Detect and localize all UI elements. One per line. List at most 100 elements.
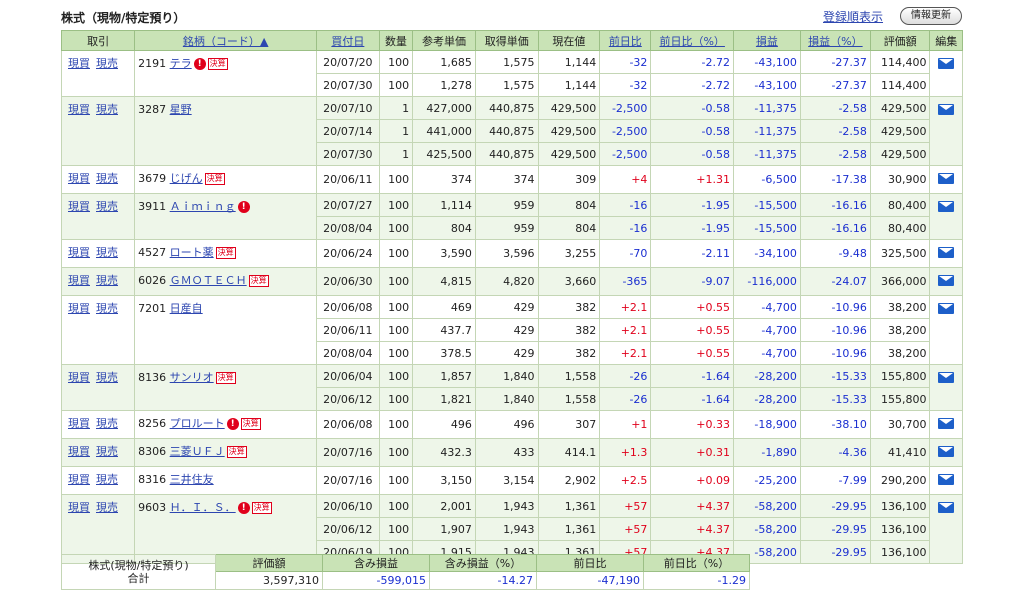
valuation: 38,200: [869, 341, 931, 365]
sell-link[interactable]: 現売: [96, 371, 118, 384]
buy-link[interactable]: 現買: [68, 501, 90, 514]
earnings-badge[interactable]: 決算: [226, 446, 247, 458]
header-col-stock[interactable]: 銘柄（コード）▲: [134, 30, 318, 51]
mail-alert-icon[interactable]: [938, 473, 955, 485]
ref-price: 496: [412, 410, 476, 439]
mail-alert-icon[interactable]: [938, 371, 955, 383]
summary-table: 株式(現物/特定預り) 合計 評価額 含み損益 含み損益（%） 前日比 前日比（…: [61, 554, 750, 590]
sort-link-col-pl-pct[interactable]: 損益（%）: [808, 35, 862, 48]
earnings-badge[interactable]: 決算: [215, 372, 236, 384]
edit-cell: [929, 410, 963, 439]
profit-loss-pct: -24.07: [799, 267, 871, 296]
buy-date: 20/08/04: [316, 341, 380, 365]
mail-alert-icon[interactable]: [938, 274, 955, 286]
sort-link-col-stock[interactable]: 銘柄（コード）▲: [183, 35, 268, 48]
buy-link[interactable]: 現買: [68, 302, 90, 315]
valuation: 38,200: [869, 318, 931, 342]
stock-name-link[interactable]: じげん: [170, 172, 203, 185]
warning-icon[interactable]: !: [237, 502, 250, 514]
stock-code: 8306: [138, 445, 167, 458]
buy-link[interactable]: 現買: [68, 371, 90, 384]
buy-link[interactable]: 現買: [68, 172, 90, 185]
sell-link[interactable]: 現売: [96, 200, 118, 213]
sort-link-col-pl[interactable]: 損益: [756, 35, 778, 48]
sell-link[interactable]: 現売: [96, 417, 118, 430]
stock-name-link[interactable]: 三井住友: [170, 473, 214, 486]
warning-icon[interactable]: !: [237, 201, 250, 213]
mail-alert-icon[interactable]: [938, 445, 955, 457]
mail-alert-icon[interactable]: [938, 302, 955, 314]
stock-name-link[interactable]: Ｈ．Ｉ．Ｓ．: [170, 501, 236, 514]
stock-name-link[interactable]: 三菱ＵＦＪ: [170, 445, 225, 458]
stock-name-link[interactable]: テラ: [170, 57, 192, 70]
ref-price: 425,500: [412, 142, 476, 166]
header-col-day-change-pct[interactable]: 前日比（%）: [650, 30, 734, 51]
sell-link[interactable]: 現売: [96, 302, 118, 315]
sell-link[interactable]: 現売: [96, 172, 118, 185]
valuation: 136,100: [869, 494, 931, 518]
buy-link[interactable]: 現買: [68, 274, 90, 287]
cost-price: 433: [474, 438, 539, 467]
registration-order-link[interactable]: 登録順表示: [823, 8, 883, 25]
stock-code: 3679: [138, 172, 167, 185]
header-col-day-change[interactable]: 前日比: [599, 30, 652, 51]
sort-link-col-day-change-pct[interactable]: 前日比（%）: [659, 35, 724, 48]
stock-name-link[interactable]: 日産自: [170, 302, 203, 315]
buy-date: 20/06/12: [316, 387, 380, 411]
buy-link[interactable]: 現買: [68, 445, 90, 458]
stock-name-link[interactable]: サンリオ: [170, 371, 214, 384]
header-col-buy-date[interactable]: 買付日: [316, 30, 380, 51]
cost-price: 429: [474, 318, 539, 342]
buy-link[interactable]: 現買: [68, 473, 90, 486]
day-change: -2,500: [599, 142, 652, 166]
warning-icon[interactable]: !: [226, 418, 239, 430]
mail-alert-icon[interactable]: [938, 417, 955, 429]
buy-link[interactable]: 現買: [68, 103, 90, 116]
buy-link[interactable]: 現買: [68, 57, 90, 70]
mail-alert-icon[interactable]: [938, 172, 955, 184]
buy-link[interactable]: 現買: [68, 417, 90, 430]
table-row: 現買 現売 4527 ロート薬 決算 20/06/24 100 3,590 3,596 3,25…: [60, 239, 963, 268]
stock-name-link[interactable]: 星野: [170, 103, 192, 116]
day-change: +1: [599, 410, 652, 439]
earnings-badge[interactable]: 決算: [207, 58, 228, 70]
ref-price: 1,857: [412, 364, 476, 388]
current-price: 429,500: [537, 142, 601, 166]
sell-link[interactable]: 現売: [96, 246, 118, 259]
sell-link[interactable]: 現売: [96, 473, 118, 486]
header-col-pl-pct[interactable]: 損益（%）: [799, 30, 871, 51]
sell-link[interactable]: 現売: [96, 57, 118, 70]
mail-alert-icon[interactable]: [938, 57, 955, 69]
day-change-pct: -1.95: [650, 193, 734, 217]
stock-name-link[interactable]: Ａｉｍｉｎｇ: [170, 200, 236, 213]
stock-name-link[interactable]: プロルート: [170, 417, 225, 430]
refresh-button[interactable]: 情報更新: [900, 7, 962, 25]
sell-link[interactable]: 現売: [96, 103, 118, 116]
warning-icon[interactable]: !: [193, 58, 206, 70]
sell-link[interactable]: 現売: [96, 445, 118, 458]
buy-link[interactable]: 現買: [68, 200, 90, 213]
header-col-pl[interactable]: 損益: [732, 30, 801, 51]
mail-alert-icon[interactable]: [938, 246, 955, 258]
table-row: 現買 現売 8256 プロルート! 決算 20/06/08 100 496 496 307 +1 +…: [60, 410, 963, 439]
mail-alert-icon[interactable]: [938, 501, 955, 513]
earnings-badge[interactable]: 決算: [240, 418, 261, 430]
mail-alert-icon[interactable]: [938, 200, 955, 212]
mail-alert-icon[interactable]: [938, 103, 955, 115]
stock-code: 7201: [138, 302, 167, 315]
earnings-badge[interactable]: 決算: [251, 502, 272, 514]
quantity: 100: [378, 517, 414, 541]
stock-name-link[interactable]: ＧＭＯＴＥＣＨ: [170, 274, 247, 287]
earnings-badge[interactable]: 決算: [215, 247, 236, 259]
profit-loss: -28,200: [732, 364, 801, 388]
sell-link[interactable]: 現売: [96, 501, 118, 514]
buy-link[interactable]: 現買: [68, 246, 90, 259]
earnings-badge[interactable]: 決算: [204, 173, 225, 185]
sort-link-col-buy-date[interactable]: 買付日: [331, 35, 364, 48]
sort-link-col-day-change[interactable]: 前日比: [609, 35, 642, 48]
profit-loss-pct: -29.95: [799, 540, 871, 564]
sell-link[interactable]: 現売: [96, 274, 118, 287]
earnings-badge[interactable]: 決算: [248, 275, 269, 287]
stock-name-link[interactable]: ロート薬: [170, 246, 214, 259]
buy-date: 20/07/14: [316, 119, 380, 143]
